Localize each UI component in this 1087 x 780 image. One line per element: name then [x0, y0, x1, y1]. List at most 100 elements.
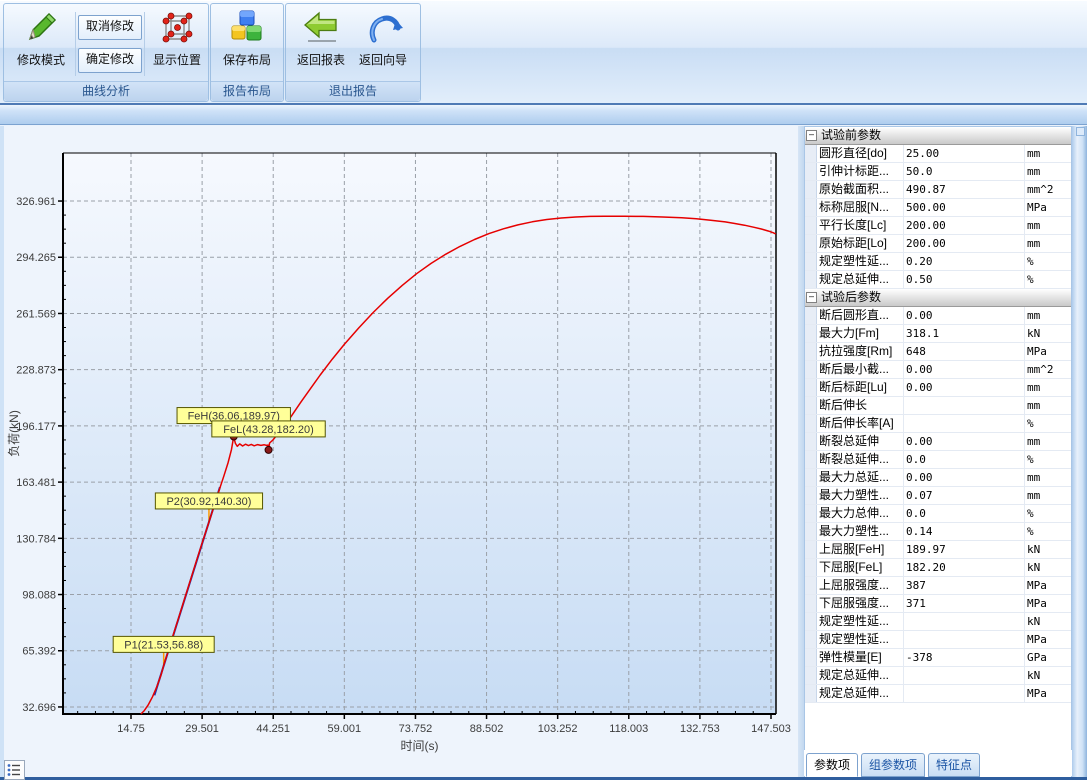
param-row[interactable]: 原始截面积...490.87mm^2 [805, 181, 1071, 199]
tab-参数项[interactable]: 参数项 [806, 753, 858, 777]
tab-特征点[interactable]: 特征点 [928, 753, 980, 777]
param-label: 规定塑性延... [819, 253, 902, 270]
param-value[interactable]: 0.00 [906, 361, 1024, 378]
param-row[interactable]: 上屈服强度...387MPa [805, 577, 1071, 595]
param-row[interactable]: 断后伸长率[A]% [805, 415, 1071, 433]
column-divider [903, 343, 904, 360]
row-gutter [805, 199, 817, 216]
return-report-button[interactable]: 返回报表 [290, 8, 352, 78]
row-gutter [805, 559, 817, 576]
column-divider [903, 523, 904, 540]
section-header[interactable]: –试验前参数 [805, 127, 1071, 145]
param-value[interactable]: 0.20 [906, 253, 1024, 270]
param-row[interactable]: 标称屈服[N...500.00MPa [805, 199, 1071, 217]
column-divider [1024, 307, 1025, 324]
column-divider [903, 271, 904, 288]
param-row[interactable]: 原始标距[Lo]200.00mm [805, 235, 1071, 253]
param-row[interactable]: 下屈服[FeL]182.20kN [805, 559, 1071, 577]
x-tick-label: 14.75 [117, 723, 145, 735]
param-value[interactable]: 0.14 [906, 523, 1024, 540]
save-layout-button[interactable]: 保存布局 [216, 8, 278, 78]
param-row[interactable]: 引伸计标距...50.0mm [805, 163, 1071, 181]
right-scroll-strip[interactable] [1072, 126, 1087, 778]
param-row[interactable]: 最大力总伸...0.0% [805, 505, 1071, 523]
param-row[interactable]: 最大力塑性...0.07mm [805, 487, 1071, 505]
param-row[interactable]: 最大力[Fm]318.1kN [805, 325, 1071, 343]
param-value[interactable]: 318.1 [906, 325, 1024, 342]
return-wizard-button[interactable]: 返回向导 [352, 8, 414, 78]
section-header[interactable]: –试验后参数 [805, 289, 1071, 307]
column-divider [1024, 145, 1025, 162]
column-divider [1024, 523, 1025, 540]
param-value[interactable]: 387 [906, 577, 1024, 594]
param-row[interactable]: 规定总延伸...MPa [805, 685, 1071, 703]
param-row[interactable]: 规定总延伸...kN [805, 667, 1071, 685]
param-value[interactable]: 0.00 [906, 433, 1024, 450]
param-label: 断后伸长 [819, 397, 902, 414]
param-row[interactable]: 规定塑性延...kN [805, 613, 1071, 631]
row-gutter [805, 649, 817, 666]
param-value[interactable]: 0.00 [906, 469, 1024, 486]
column-divider [1024, 397, 1025, 414]
column-divider [1024, 505, 1025, 522]
marker-dot-FeL[interactable] [265, 446, 272, 453]
param-row[interactable]: 规定总延伸...0.50% [805, 271, 1071, 289]
param-value[interactable]: 25.00 [906, 145, 1024, 162]
param-value[interactable]: 189.97 [906, 541, 1024, 558]
param-value[interactable]: -378 [906, 649, 1024, 666]
confirm-modify-button[interactable]: 确定修改 [78, 48, 142, 73]
param-row[interactable]: 断后圆形直...0.00mm [805, 307, 1071, 325]
param-row[interactable]: 断后最小截...0.00mm^2 [805, 361, 1071, 379]
modify-mode-button[interactable]: 修改模式 [10, 8, 72, 78]
param-row[interactable]: 下屈服强度...371MPa [805, 595, 1071, 613]
param-row[interactable]: 上屈服[FeH]189.97kN [805, 541, 1071, 559]
param-row[interactable]: 弹性模量[E]-378GPa [805, 649, 1071, 667]
param-value[interactable]: 182.20 [906, 559, 1024, 576]
param-value[interactable]: 0.00 [906, 379, 1024, 396]
param-label: 最大力总伸... [819, 505, 902, 522]
param-value[interactable]: 0.50 [906, 271, 1024, 288]
column-divider [1024, 577, 1025, 594]
show-position-button[interactable]: 显示位置 [146, 8, 208, 78]
param-row[interactable]: 断裂总延伸0.00mm [805, 433, 1071, 451]
param-row[interactable]: 规定塑性延...0.20% [805, 253, 1071, 271]
param-value[interactable]: 200.00 [906, 217, 1024, 234]
list-view-icon[interactable] [4, 760, 25, 780]
column-divider [903, 361, 904, 378]
scroll-nub[interactable] [1076, 127, 1085, 136]
param-value[interactable]: 500.00 [906, 199, 1024, 216]
param-value[interactable]: 200.00 [906, 235, 1024, 252]
collapse-icon[interactable]: – [806, 130, 817, 141]
marker-label-FeL: FeL(43.28,182.20) [223, 424, 314, 436]
param-value[interactable]: 648 [906, 343, 1024, 360]
window-left-edge [0, 126, 4, 777]
param-value[interactable]: 0.0 [906, 505, 1024, 522]
cancel-modify-button[interactable]: 取消修改 [78, 15, 142, 40]
column-divider [903, 685, 904, 702]
param-row[interactable]: 平行长度[Lc]200.00mm [805, 217, 1071, 235]
param-label: 断裂总延伸 [819, 433, 902, 450]
param-row[interactable]: 规定塑性延...MPa [805, 631, 1071, 649]
param-row[interactable]: 断后伸长mm [805, 397, 1071, 415]
param-value[interactable]: 50.0 [906, 163, 1024, 180]
load-time-chart[interactable]: 14.7529.50144.25159.00173.75288.502103.2… [4, 126, 798, 778]
content-area: 14.7529.50144.25159.00173.75288.502103.2… [0, 126, 1087, 780]
param-row[interactable]: 最大力总延...0.00mm [805, 469, 1071, 487]
param-row[interactable]: 最大力塑性...0.14% [805, 523, 1071, 541]
tab-组参数项[interactable]: 组参数项 [861, 753, 925, 777]
param-row[interactable]: 断后标距[Lu]0.00mm [805, 379, 1071, 397]
param-row[interactable]: 断裂总延伸...0.0% [805, 451, 1071, 469]
param-label: 平行长度[Lc] [819, 217, 902, 234]
collapse-icon[interactable]: – [806, 292, 817, 303]
param-row[interactable]: 圆形直径[do]25.00mm [805, 145, 1071, 163]
column-divider [903, 487, 904, 504]
param-value[interactable]: 490.87 [906, 181, 1024, 198]
param-value[interactable]: 0.07 [906, 487, 1024, 504]
param-unit: MPa [1027, 685, 1071, 702]
param-value[interactable]: 0.0 [906, 451, 1024, 468]
param-value[interactable]: 371 [906, 595, 1024, 612]
param-row[interactable]: 抗拉强度[Rm]648MPa [805, 343, 1071, 361]
param-value[interactable]: 0.00 [906, 307, 1024, 324]
column-divider [903, 577, 904, 594]
y-tick-label: 130.784 [16, 533, 56, 545]
